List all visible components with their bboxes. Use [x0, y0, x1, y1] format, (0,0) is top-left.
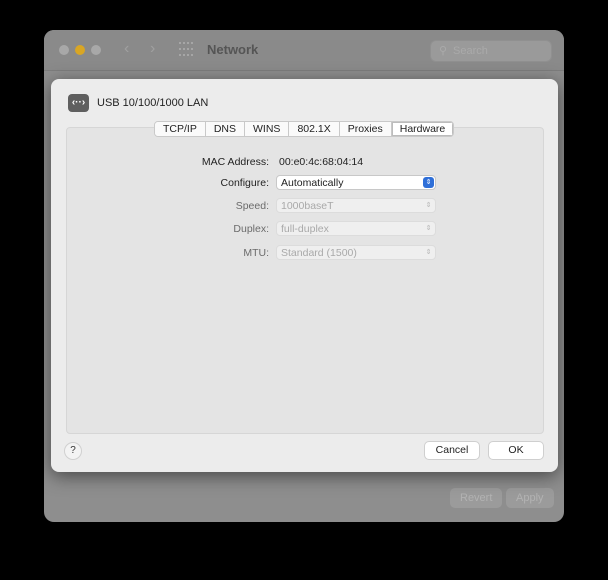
duplex-popup[interactable]: full-duplex ⇕ [276, 221, 436, 236]
speed-value: 1000baseT [281, 200, 334, 212]
mac-address-value: 00:e0:4c:68:04:14 [279, 156, 364, 168]
tab-tcpip[interactable]: TCP/IP [155, 122, 206, 136]
updown-chevron-icon: ⇕ [425, 225, 432, 232]
cancel-button[interactable]: Cancel [424, 441, 480, 460]
tab-proxies[interactable]: Proxies [339, 122, 392, 136]
chevron-left-icon[interactable]: ‹ [124, 40, 129, 58]
titlebar: ‹ › Network ⚲ Search [44, 30, 564, 71]
duplex-value: full-duplex [281, 223, 329, 235]
apply-button[interactable]: Apply [506, 488, 554, 508]
search-placeholder: Search [453, 45, 488, 57]
zoom-window-button[interactable] [91, 45, 101, 55]
updown-chevron-icon: ⇕ [423, 177, 434, 188]
duplex-label: Duplex: [233, 223, 269, 235]
minimize-window-button[interactable] [75, 45, 85, 55]
help-button[interactable]: ? [64, 442, 82, 460]
window-title: Network [207, 42, 259, 57]
mtu-popup[interactable]: Standard (1500) ⇕ [276, 245, 436, 260]
updown-chevron-icon: ⇕ [425, 202, 432, 209]
speed-label: Speed: [235, 200, 269, 212]
network-interface-icon: ‹··› [68, 94, 89, 112]
updown-chevron-icon: ⇕ [425, 249, 432, 256]
tab-dns[interactable]: DNS [205, 122, 246, 136]
configure-label: Configure: [220, 177, 269, 189]
mac-address-label: MAC Address: [201, 156, 269, 168]
tab-wins[interactable]: WINS [245, 122, 290, 136]
chevron-right-icon[interactable]: › [150, 40, 155, 58]
configure-value: Automatically [281, 177, 344, 189]
configure-popup[interactable]: Automatically ⇕ [276, 175, 436, 190]
speed-popup[interactable]: 1000baseT ⇕ [276, 198, 436, 213]
tab-hardware[interactable]: Hardware [391, 122, 454, 136]
close-window-button[interactable] [59, 45, 69, 55]
mtu-label: MTU: [243, 247, 269, 259]
interface-name: USB 10/100/1000 LAN [97, 97, 209, 109]
magnifier-icon: ⚲ [439, 45, 448, 57]
tab-bar: TCP/IP DNS WINS 802.1X Proxies Hardware [154, 121, 455, 137]
revert-button[interactable]: Revert [450, 488, 503, 508]
tab-content-pane [66, 127, 544, 434]
hardware-settings-sheet: ‹··› USB 10/100/1000 LAN TCP/IP DNS WINS… [51, 79, 558, 472]
mtu-value: Standard (1500) [281, 247, 357, 259]
grid-icon[interactable] [179, 42, 195, 58]
tab-8021x[interactable]: 802.1X [289, 122, 340, 136]
search-input[interactable]: ⚲ Search [430, 40, 552, 62]
ok-button[interactable]: OK [488, 441, 544, 460]
